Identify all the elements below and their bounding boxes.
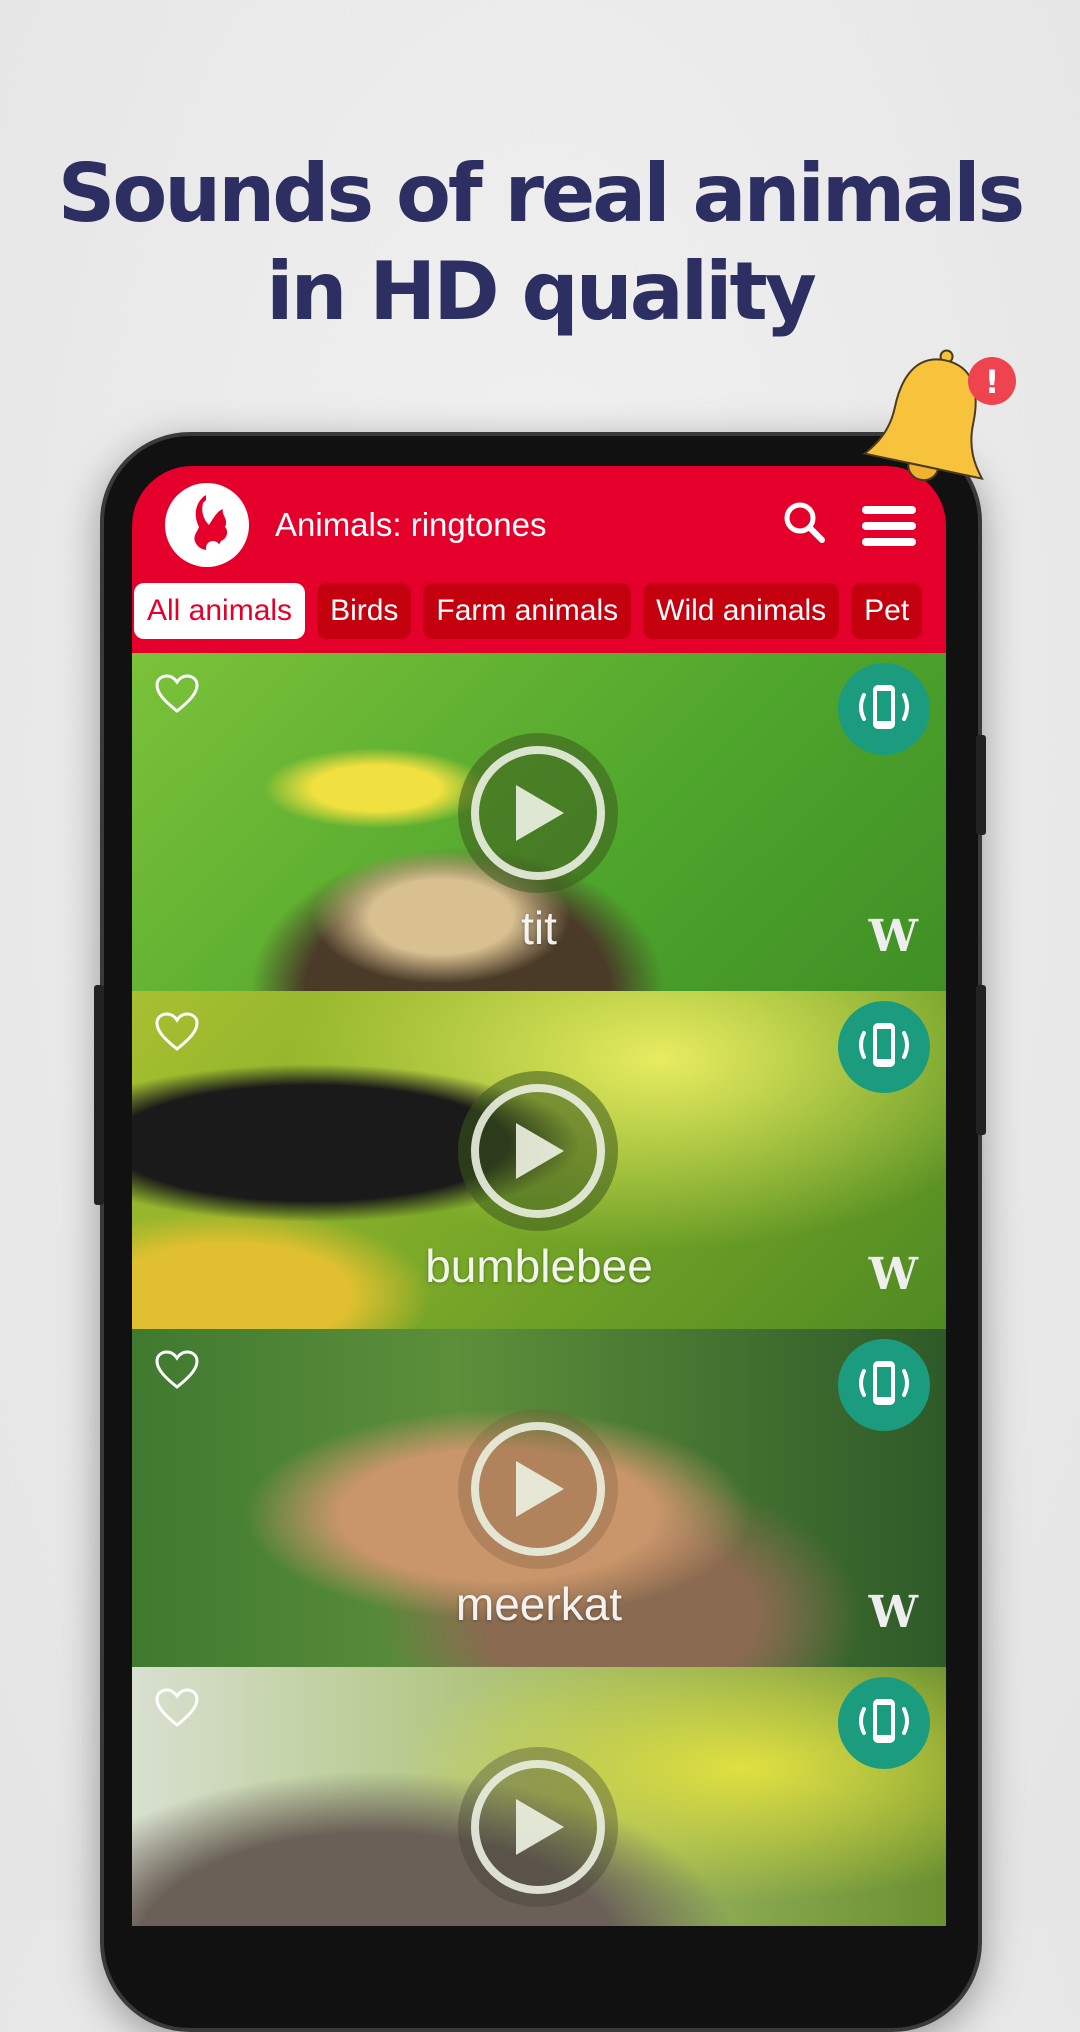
- source-logo: W: [868, 911, 918, 962]
- notification-bell-icon: !: [862, 345, 1022, 510]
- heart-icon[interactable]: [154, 673, 200, 720]
- play-button[interactable]: [458, 1409, 618, 1569]
- sound-name: bumblebee: [425, 1240, 653, 1292]
- tab-birds[interactable]: Birds: [317, 583, 412, 639]
- tab-wild-animals[interactable]: Wild animals: [643, 583, 840, 639]
- set-ringtone-button[interactable]: [838, 1339, 930, 1431]
- vibrating-phone-icon: [859, 1361, 909, 1405]
- sound-card[interactable]: tit W: [132, 653, 946, 991]
- app-header: Animals: ringtones: [132, 466, 946, 581]
- heart-icon[interactable]: [154, 1687, 200, 1734]
- sound-name: meerkat: [455, 1578, 623, 1630]
- headline-line-2: in HD quality: [266, 245, 817, 338]
- vibrating-phone-icon: [859, 685, 909, 729]
- promo-headline: Sounds of real animals in HD quality: [0, 145, 1080, 341]
- tab-all-animals[interactable]: All animals: [134, 583, 306, 639]
- heart-icon[interactable]: [154, 1349, 200, 1396]
- play-button[interactable]: [458, 1747, 618, 1907]
- hamburger-menu-icon[interactable]: [862, 506, 916, 554]
- set-ringtone-button[interactable]: [838, 1001, 930, 1093]
- tab-pet[interactable]: Pet: [851, 583, 923, 639]
- play-button[interactable]: [458, 1071, 618, 1231]
- sound-card[interactable]: bumblebee W: [132, 991, 946, 1329]
- search-icon[interactable]: [782, 500, 828, 551]
- heart-icon[interactable]: [154, 1011, 200, 1058]
- phone-side-button: [976, 985, 986, 1135]
- source-logo: W: [868, 1587, 918, 1638]
- app-screen: Animals: ringtones All animals Birds Farm …: [132, 466, 946, 1926]
- rooster-logo-icon: [165, 483, 249, 567]
- tab-farm-animals[interactable]: Farm animals: [423, 583, 632, 639]
- set-ringtone-button[interactable]: [838, 1677, 930, 1769]
- headline-line-1: Sounds of real animals: [57, 147, 1026, 240]
- app-title: Animals: ringtones: [275, 506, 547, 543]
- sound-card[interactable]: [132, 1667, 946, 1926]
- phone-side-button: [94, 985, 104, 1205]
- play-button[interactable]: [458, 733, 618, 893]
- play-icon: [516, 1799, 564, 1855]
- play-icon: [516, 1461, 564, 1517]
- notification-badge: !: [985, 363, 1000, 401]
- sound-name: tit: [521, 902, 557, 954]
- category-tabs: All animals Birds Farm animals Wild animals…: [132, 581, 946, 653]
- vibrating-phone-icon: [859, 1023, 909, 1067]
- sound-card[interactable]: meerkat W: [132, 1329, 946, 1667]
- set-ringtone-button[interactable]: [838, 663, 930, 755]
- vibrating-phone-icon: [859, 1699, 909, 1743]
- play-icon: [516, 1123, 564, 1179]
- play-icon: [516, 785, 564, 841]
- phone-side-button: [976, 735, 986, 835]
- source-logo: W: [868, 1249, 918, 1300]
